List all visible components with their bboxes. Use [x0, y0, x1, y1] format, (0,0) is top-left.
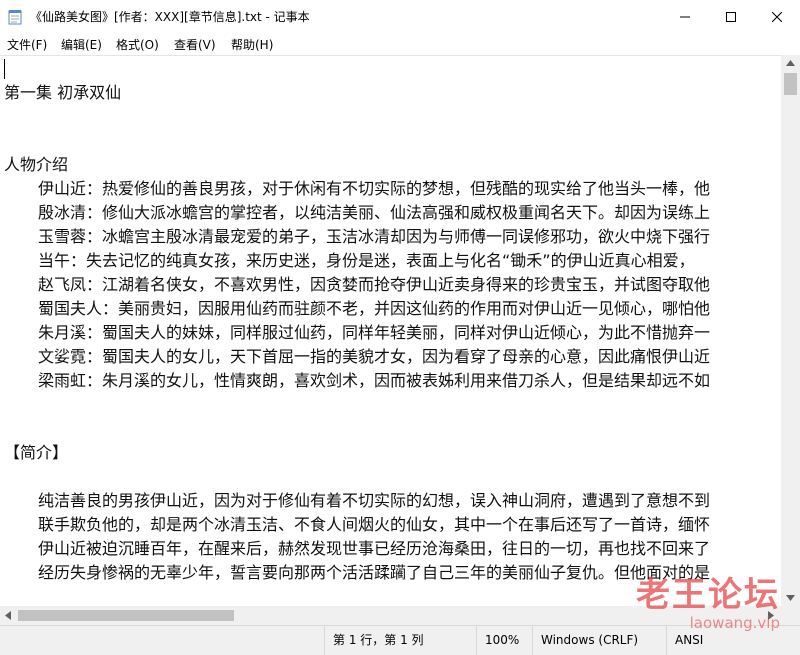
intro-line: 联手欺负他的，却是两个冰清玉洁、不食人间烟火的仙女，其中一个在事后还写了一首诗，…	[38, 515, 711, 534]
text-editor[interactable]: 第一集 初承双仙 人物介绍 伊山近：热爱修仙的善良男孩，对于休闲有不切实际的梦想…	[0, 55, 781, 607]
text-caret	[4, 59, 5, 79]
title-bar: 《仙路美女图》[作者：XXX][章节信息].txt - 记事本	[0, 0, 800, 33]
section-intro-heading: 【简介】	[4, 443, 69, 462]
scroll-down-arrow-icon[interactable]	[786, 595, 795, 601]
close-icon	[772, 11, 782, 22]
character-line: 赵飞凤：江湖着名侠女，不喜欢男性，因贪婪而抢夺伊山近卖身得来的珍贵宝玉，并试图夺…	[38, 275, 711, 294]
intro-line: 纯洁善良的男孩伊山近，因为对于修仙有着不切实际的幻想，误入神山洞府，遭遇到了意想…	[38, 491, 711, 510]
maximize-button[interactable]	[708, 0, 754, 33]
maximize-icon	[726, 11, 736, 22]
menu-view[interactable]: 查看(V)	[174, 36, 216, 53]
minimize-icon	[680, 16, 690, 17]
character-line: 当午：失去记忆的纯真女孩，来历史迷，身份是迷，表面上与化名“锄禾”的伊山近真心相…	[38, 251, 695, 270]
minimize-button[interactable]	[662, 0, 708, 33]
notepad-icon	[8, 10, 22, 25]
close-button[interactable]	[754, 0, 800, 33]
watermark-name: 老王论坛	[636, 575, 780, 615]
menu-bar: 文件(F) 编辑(E) 格式(O) 查看(V) 帮助(H)	[0, 33, 800, 56]
menu-format[interactable]: 格式(O)	[116, 36, 159, 53]
menu-file[interactable]: 文件(F)	[7, 36, 47, 53]
section-characters-heading: 人物介绍	[4, 155, 69, 174]
horizontal-scroll-thumb[interactable]	[18, 610, 234, 621]
menu-edit[interactable]: 编辑(E)	[61, 36, 102, 53]
character-line: 朱月溪：蜀国夫人的妹妹，同样服过仙药，同样年轻美丽，同样对伊山近倾心，为此不惜抛…	[38, 323, 711, 342]
scroll-left-arrow-icon[interactable]	[5, 611, 11, 620]
scroll-up-arrow-icon[interactable]	[786, 60, 795, 66]
vertical-scrollbar[interactable]	[781, 55, 800, 606]
watermark: 老王论坛 laowang.vip	[636, 577, 780, 631]
menu-help[interactable]: 帮助(H)	[231, 36, 273, 53]
character-line: 文娑霓：蜀国夫人的女儿，天下首屈一指的美貌才女，因为看穿了母亲的心意，因此痛恨伊…	[38, 347, 711, 366]
scrollbar-corner	[781, 606, 800, 625]
character-line: 殷冰清：修仙大派冰蟾宫的掌控者，以纯洁美丽、仙法高强和威权极重闻名天下。却因为误…	[38, 203, 711, 222]
status-zoom: 100%	[476, 626, 529, 655]
character-line: 伊山近：热爱修仙的善良男孩，对于休闲有不切实际的梦想，但残酷的现实给了他当头一棒…	[38, 179, 711, 198]
window-title: 《仙路美女图》[作者：XXX][章节信息].txt - 记事本	[30, 10, 310, 24]
character-line: 玉雪蓉：冰蟾宫主殷冰清最宠爱的弟子，玉洁冰清却因为与师傅一同误修邪功，欲火中烧下…	[38, 227, 711, 246]
status-position: 第 1 行，第 1 列	[324, 626, 473, 655]
chapter-title: 第一集 初承双仙	[4, 83, 122, 102]
character-line: 梁雨虹：朱月溪的女儿，性情爽朗，喜欢剑术，因而被表姊利用来借刀杀人，但是结果却远…	[38, 371, 711, 390]
intro-line: 经历失身惨祸的无辜少年，誓言要向那两个活活蹂躏了自己三年的美丽仙子复仇。但他面对…	[38, 563, 711, 582]
watermark-url: laowang.vip	[689, 614, 780, 632]
character-line: 蜀国夫人：美丽贵妇，因服用仙药而驻颜不老，并因这仙药的作用而对伊山近一见倾心，哪…	[38, 299, 711, 318]
intro-line: 伊山近被迫沉睡百年，在醒来后，赫然发现世事已经历沧海桑田，往日的一切，再也找不回…	[38, 539, 711, 558]
vertical-scroll-thumb[interactable]	[784, 73, 797, 95]
